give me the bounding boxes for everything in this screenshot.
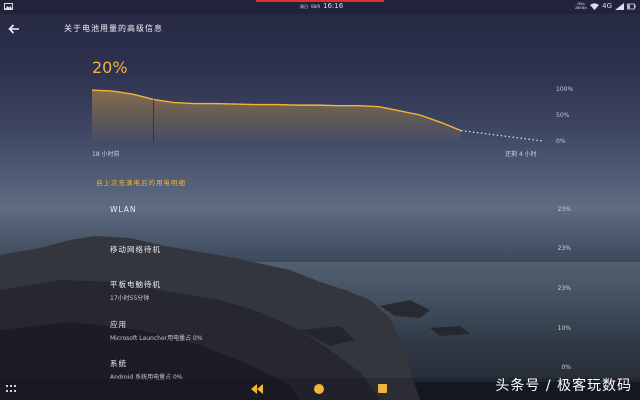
battery-chart: [91, 89, 544, 142]
usage-item-detail: 17小时55分钟: [110, 295, 150, 302]
nav-home-icon[interactable]: [314, 384, 324, 394]
usage-section-title: 自上次充满电后的用电明细: [96, 179, 186, 187]
nav-back-icon[interactable]: [251, 384, 263, 394]
status-icons: 0B/s 28KB/s 4G: [575, 2, 636, 10]
y-tick-label: 100%: [556, 86, 574, 93]
net-speed: 0B/s 28KB/s: [574, 2, 588, 10]
usage-item-percent: 23%: [557, 285, 571, 292]
usage-item-name: 系统: [110, 359, 127, 368]
apps-grid-icon[interactable]: [6, 385, 16, 393]
usage-item-wlan[interactable]: WLAN 23%: [110, 205, 590, 214]
watermark: 头条号 / 极客玩数码: [495, 378, 632, 394]
x-end-label: 还剩 4 小时: [505, 151, 537, 158]
time: 16:16: [322, 2, 344, 10]
status-bar: 周日 08/9 16:16 0B/s 28KB/s 4G: [0, 0, 640, 14]
usage-item-detail: Microsoft Launcher用电量占 0%: [110, 335, 203, 342]
usage-item-percent: 0%: [561, 364, 571, 371]
gallery-icon: [4, 3, 13, 10]
usage-item-name: WLAN: [110, 205, 137, 214]
battery-icon: [627, 3, 636, 9]
usage-item-name: 移动网络待机: [110, 245, 161, 254]
y-tick-label: 0%: [556, 138, 566, 145]
x-start-label: 18 小时前: [92, 151, 120, 158]
usage-item-percent: 10%: [557, 325, 571, 332]
network-type: 4G: [602, 2, 612, 10]
clock: 周日 08/9 16:16: [300, 2, 343, 10]
nav-recent-icon[interactable]: [378, 384, 387, 393]
date-small: 周日: [300, 4, 308, 9]
usage-item-mobile-standby[interactable]: 移动网络待机 23%: [110, 244, 590, 255]
signal-icon: [615, 2, 624, 10]
wifi-icon: [590, 2, 600, 10]
back-arrow-icon[interactable]: [8, 23, 20, 35]
page-title: 关于电池用量的高级信息: [64, 24, 163, 33]
navigation-bar: 头条号 / 极客玩数码: [0, 378, 640, 400]
usage-item-percent: 23%: [557, 206, 571, 213]
usage-item-tablet-standby[interactable]: 平板电脑待机 17小时55分钟 23%: [110, 279, 590, 302]
usage-item-apps[interactable]: 应用 Microsoft Launcher用电量占 0% 10%: [110, 319, 590, 342]
usage-item-percent: 23%: [557, 245, 571, 252]
usage-item-name: 应用: [110, 320, 127, 329]
y-tick-label: 50%: [556, 112, 570, 119]
projected-line: [460, 130, 544, 142]
date: 08/9: [311, 4, 320, 9]
usage-item-name: 平板电脑待机: [110, 280, 161, 289]
